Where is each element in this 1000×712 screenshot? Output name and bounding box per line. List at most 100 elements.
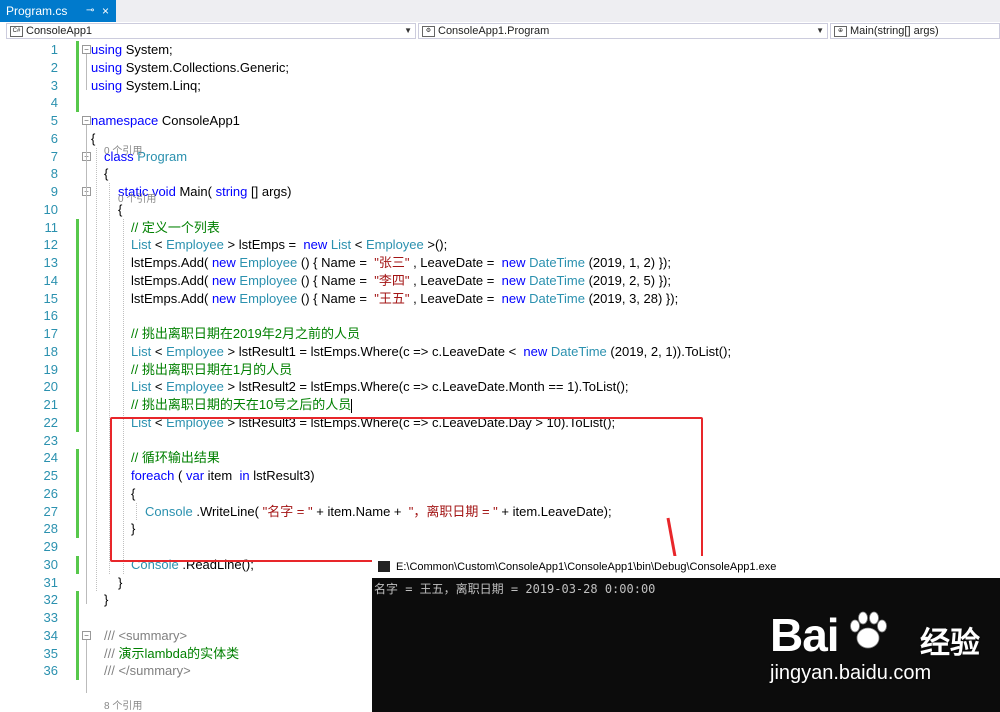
line-number: 18: [43, 343, 58, 359]
code-token: ConsoleApp1: [161, 113, 240, 128]
project-dropdown[interactable]: C# ConsoleApp1 ▼: [6, 23, 416, 39]
method-icon: ⊕: [834, 25, 847, 37]
annotation-highlight-box: [110, 417, 703, 562]
pin-icon[interactable]: ⊸: [86, 0, 94, 22]
code-line: lstEmps.Add( new Employee () { Name = "王…: [131, 290, 678, 307]
line-number: 17: [43, 326, 58, 341]
code-token: new: [211, 290, 236, 306]
code-token: new: [303, 237, 328, 253]
close-icon[interactable]: ×: [102, 0, 109, 22]
indent-guide: [96, 147, 97, 592]
code-line: List < Employee > lstEmps = new List < E…: [131, 236, 447, 253]
tab-program-cs[interactable]: Program.cs ⊸ ×: [0, 0, 116, 22]
code-token: System.Collections.Generic;: [125, 59, 289, 75]
code-token: }: [104, 592, 109, 608]
code-line: {: [91, 130, 95, 147]
code-token: (2019, 3, 28) });: [588, 290, 679, 306]
code-line: /// </summary>: [104, 662, 191, 679]
line-number: 21: [43, 397, 58, 412]
collapse-toggle-icon[interactable]: −: [82, 116, 91, 125]
code-token: Program: [137, 148, 188, 164]
line-number: 29: [43, 539, 58, 554]
code-token: DateTime: [529, 272, 585, 288]
code-token: List: [131, 343, 152, 359]
code-token: > lstResult2 = lstEmps.Where(c => c.Leav…: [227, 379, 629, 395]
tab-label: Program.cs: [6, 4, 68, 18]
code-token: new: [501, 290, 526, 306]
line-number: 27: [43, 503, 58, 519]
code-token: 演示lambda的实体类: [118, 645, 240, 661]
console-app-icon: [378, 561, 390, 572]
line-number: 6: [50, 130, 58, 146]
code-token: List: [131, 237, 152, 253]
paw-logo-icon: [850, 611, 887, 649]
member-dropdown[interactable]: ⊕ Main(string[] args): [830, 23, 1000, 39]
code-token: System.Linq;: [125, 77, 201, 93]
code-line: lstEmps.Add( new Employee () { Name = "张…: [131, 254, 671, 271]
code-token: Main(: [179, 184, 212, 199]
line-number: 25: [43, 468, 58, 483]
csharp-project-icon: C#: [10, 25, 23, 37]
code-token: [] args): [251, 184, 292, 199]
baidu-jingyan-watermark: Bai 经验 jingyan.baidu.com: [770, 600, 995, 700]
code-line: /// 演示lambda的实体类: [104, 645, 239, 662]
watermark-brand: Bai: [770, 609, 840, 661]
line-number: 31: [43, 574, 58, 590]
code-token: Employee: [166, 379, 224, 395]
code-token: // 定义一个列表: [131, 219, 220, 235]
line-number: 13: [43, 255, 58, 270]
line-number: 3: [50, 77, 58, 93]
code-token: new: [211, 255, 236, 270]
chevron-down-icon: ▼: [816, 26, 824, 35]
line-number: 16: [43, 308, 58, 324]
code-line: }: [104, 591, 108, 608]
line-number: 23: [43, 432, 58, 448]
code-token: , LeaveDate =: [413, 255, 498, 270]
code-token: >();: [427, 237, 448, 253]
project-dropdown-value: ConsoleApp1: [26, 25, 93, 37]
console-title-bar[interactable]: E:\Common\Custom\ConsoleApp1\ConsoleApp1…: [372, 556, 1000, 578]
code-token: "张三": [374, 255, 410, 270]
class-dropdown-value: ConsoleApp1.Program: [438, 25, 550, 37]
code-line: namespace ConsoleApp1: [91, 112, 240, 129]
code-token: new: [501, 272, 526, 288]
code-line: // 挑出离职日期的天在10号之后的人员: [131, 396, 353, 413]
codelens-references[interactable]: 8 个引用: [104, 701, 142, 712]
code-token: Employee: [166, 343, 224, 359]
member-dropdown-value: Main(string[] args): [850, 25, 939, 37]
changed-lines-marker: [76, 555, 79, 574]
line-number: 11: [44, 219, 59, 235]
code-line: using System.Collections.Generic;: [91, 59, 289, 76]
code-token: // 挑出离职日期在2019年2月之前的人员: [131, 326, 360, 341]
code-token: Employee: [239, 290, 298, 306]
line-number: 2: [50, 59, 58, 75]
line-number: 22: [43, 414, 58, 430]
code-token: <: [354, 237, 363, 253]
line-number: 19: [43, 361, 58, 377]
line-number: 7: [50, 148, 58, 164]
code-token: () { Name =: [300, 272, 371, 288]
line-number: 12: [43, 237, 58, 253]
code-token: List: [330, 237, 352, 253]
code-token: // 挑出离职日期的天在10号之后的人员: [131, 397, 352, 412]
line-number: 4: [50, 95, 58, 111]
collapse-toggle-icon[interactable]: −: [82, 630, 91, 640]
codelens-references[interactable]: 0 个引用: [118, 194, 156, 206]
line-number: 33: [43, 610, 58, 625]
code-token: System;: [125, 42, 173, 57]
collapse-toggle-icon[interactable]: −: [82, 45, 91, 54]
outline-line: [86, 639, 87, 693]
code-token: }: [118, 574, 123, 590]
text-cursor: [351, 398, 353, 413]
code-token: lstEmps.Add(: [131, 255, 209, 270]
codelens-references[interactable]: 0 个引用: [104, 146, 142, 158]
code-line: }: [118, 574, 122, 591]
code-token: , LeaveDate =: [413, 290, 498, 306]
code-token: /// </summary>: [104, 663, 191, 679]
class-dropdown[interactable]: ⚙ ConsoleApp1.Program ▼: [418, 23, 828, 39]
outline-line: [86, 125, 87, 605]
console-title: E:\Common\Custom\ConsoleApp1\ConsoleApp1…: [396, 561, 777, 573]
code-line: List < Employee > lstResult1 = lstEmps.W…: [131, 343, 731, 360]
line-number: 8: [50, 166, 58, 182]
line-number: 14: [43, 272, 58, 288]
